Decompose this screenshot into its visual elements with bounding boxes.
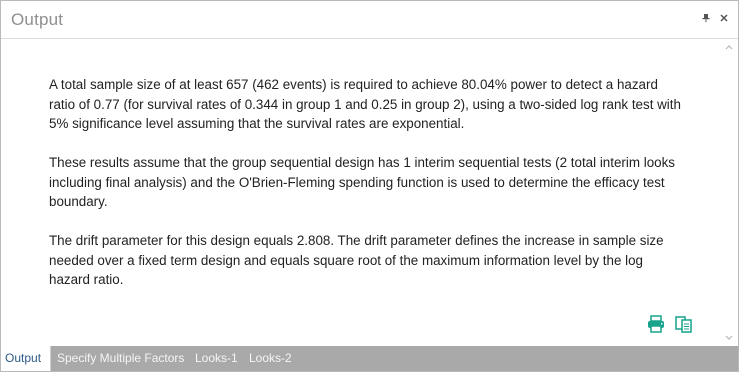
tab-specify-multiple-factors[interactable]: Specify Multiple Factors [53,346,191,371]
bottom-tab-bar: Output Specify Multiple Factors Looks-1 … [1,346,738,371]
vertical-scrollbar[interactable] [722,39,736,346]
result-paragraph-3: The drift parameter for this design equa… [49,233,664,287]
result-paragraph-1: A total sample size of at least 657 (462… [49,77,681,131]
output-window: Output A total sample size of at least 6… [0,0,739,372]
scroll-up-icon[interactable] [724,43,734,53]
window-title: Output [11,10,64,29]
output-content: A total sample size of at least 657 (462… [1,39,723,346]
copy-icon [674,314,694,339]
tab-looks-2[interactable]: Looks-2 [245,346,297,371]
title-actions [701,13,729,23]
copy-button[interactable] [673,315,695,337]
close-icon[interactable] [719,13,729,23]
printer-icon [646,314,666,339]
output-actions [645,314,695,339]
pin-icon[interactable] [701,13,711,23]
print-button[interactable] [645,314,667,339]
scroll-down-icon[interactable] [724,332,734,342]
result-paragraph-2: These results assume that the group sequ… [49,155,675,209]
title-bar: Output [1,1,738,39]
tab-looks-1[interactable]: Looks-1 [191,346,243,371]
tab-output[interactable]: Output [1,346,51,371]
